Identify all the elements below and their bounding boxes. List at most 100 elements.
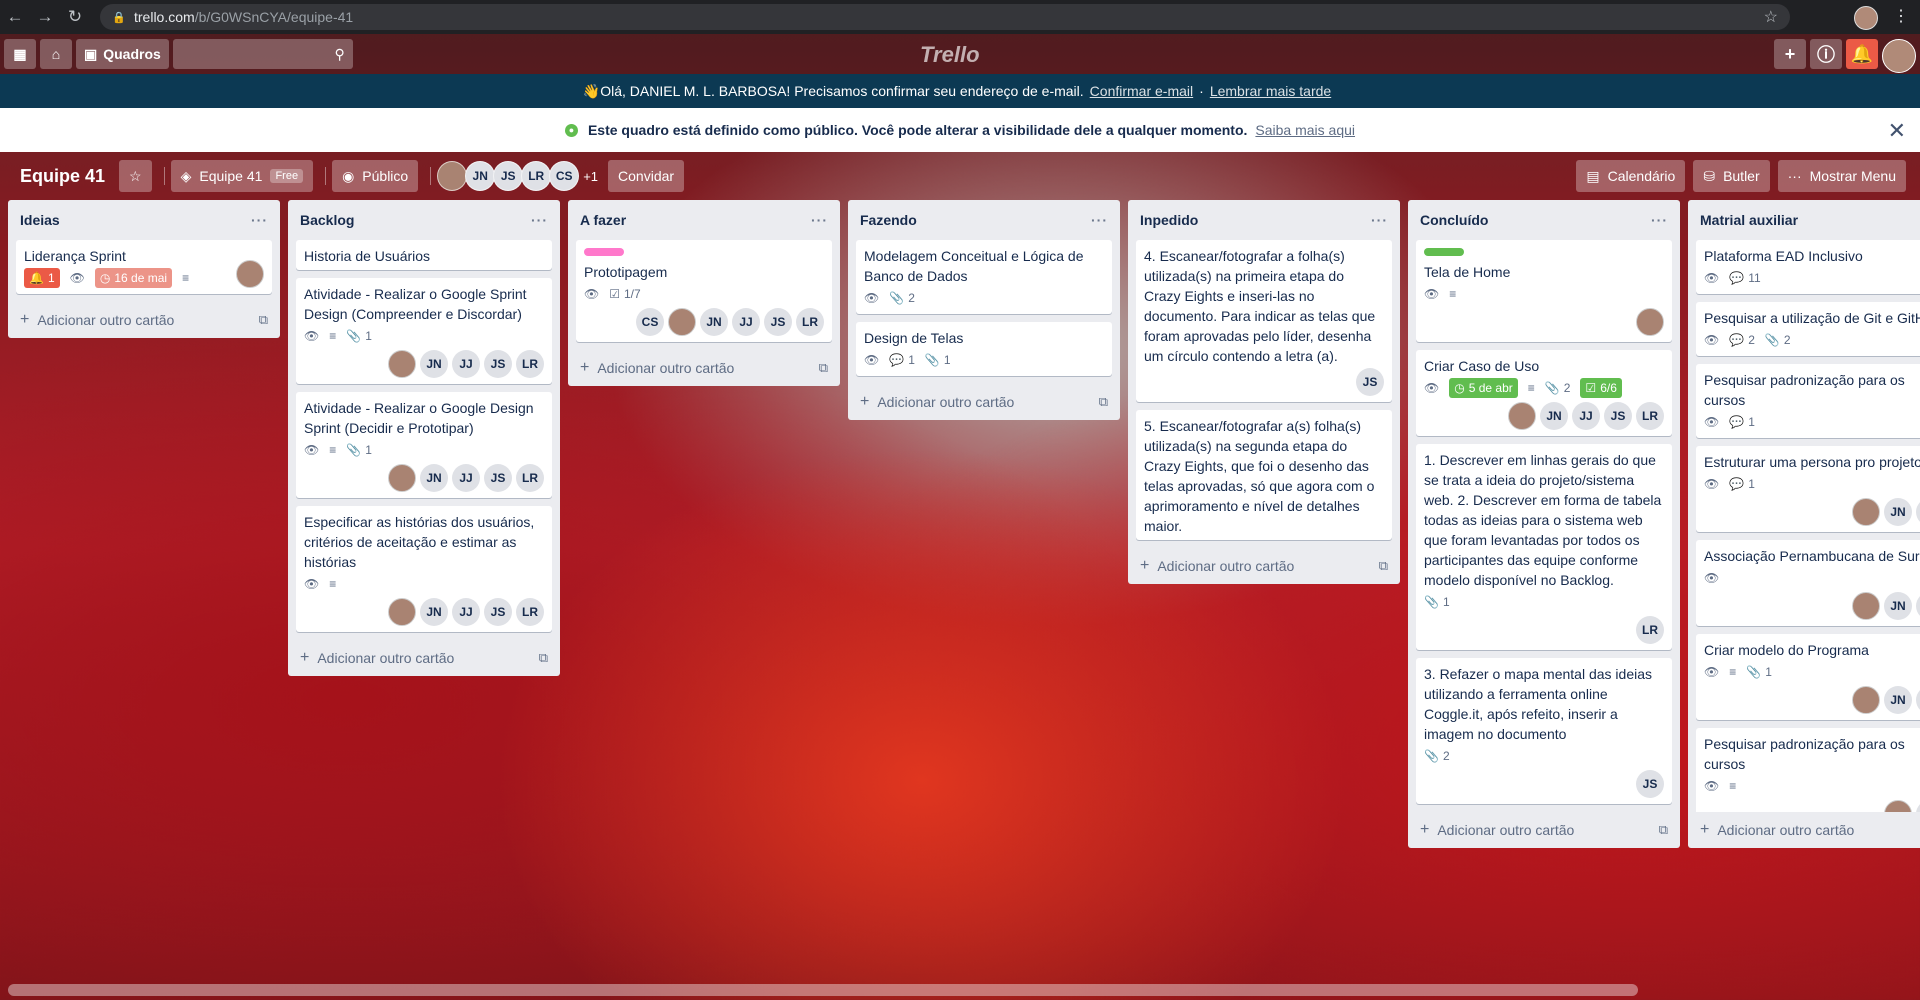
card[interactable]: Criar Caso de Uso 👁 ◷ 5 de abr ≡ 📎 2 ☑ 6/6 JN JJ JS… bbox=[1416, 350, 1672, 436]
member-avatar[interactable] bbox=[236, 260, 264, 288]
show-menu-button[interactable]: ··· Mostrar Menu bbox=[1777, 160, 1906, 192]
create-button[interactable]: + bbox=[1774, 39, 1806, 69]
card[interactable]: Modelagem Conceitual e Lógica de Banco d… bbox=[856, 240, 1112, 314]
card[interactable]: Plataforma EAD Inclusivo 👁 💬 11 bbox=[1696, 240, 1920, 294]
member-avatar[interactable] bbox=[1508, 402, 1536, 430]
card[interactable]: Estruturar uma persona pro projeto 👁 💬1 JNJ… bbox=[1696, 446, 1920, 532]
list-menu-icon[interactable]: ··· bbox=[1091, 212, 1108, 228]
member-avatar[interactable]: JS bbox=[484, 464, 512, 492]
boards-button[interactable]: ▣ Quadros bbox=[76, 39, 169, 69]
member-avatar[interactable] bbox=[437, 161, 468, 191]
notifications-button[interactable]: 🔔 bbox=[1846, 39, 1878, 69]
card-template-icon[interactable]: ⧉ bbox=[1099, 394, 1108, 410]
member-avatar[interactable]: JN bbox=[420, 598, 448, 626]
member-avatar[interactable]: JS bbox=[1916, 800, 1920, 812]
card[interactable]: 1. Descrever em linhas gerais do que se … bbox=[1416, 444, 1672, 650]
list-title[interactable]: Concluído bbox=[1420, 212, 1488, 228]
member-avatar[interactable]: CS bbox=[549, 161, 580, 191]
forward-icon[interactable]: → bbox=[30, 7, 60, 27]
member-avatar[interactable]: JS bbox=[764, 308, 792, 336]
add-card-button[interactable]: +Adicionar outro cartão⧉ bbox=[568, 350, 840, 386]
close-icon[interactable]: ✕ bbox=[1888, 118, 1906, 144]
card[interactable]: Liderança Sprint 🔔 1 👁 ◷ 16 de mai ≡ bbox=[16, 240, 272, 294]
member-avatar[interactable]: JS bbox=[1636, 770, 1664, 798]
list-header[interactable]: Ideias ··· bbox=[8, 200, 280, 240]
card[interactable]: Criar modelo do Programa 👁 ≡ 📎1 JNJS bbox=[1696, 634, 1920, 720]
add-card-button[interactable]: +Adicionar outro cartão⧉ bbox=[1408, 812, 1680, 848]
add-card-button[interactable]: +Adicionar outro cartão⧉ bbox=[8, 302, 280, 338]
member-avatar[interactable]: JN bbox=[1884, 686, 1912, 714]
bookmark-star-icon[interactable]: ☆ bbox=[1764, 7, 1778, 27]
learn-more-link[interactable]: Saiba mais aqui bbox=[1255, 122, 1355, 138]
member-avatar[interactable] bbox=[1852, 686, 1880, 714]
member-avatar[interactable]: LR bbox=[516, 598, 544, 626]
card-template-icon[interactable]: ⧉ bbox=[1379, 558, 1388, 574]
member-avatar[interactable]: JN bbox=[700, 308, 728, 336]
list-title[interactable]: Ideias bbox=[20, 212, 60, 228]
member-avatar[interactable]: JJ bbox=[452, 350, 480, 378]
card[interactable]: Atividade - Realizar o Google Sprint Des… bbox=[296, 278, 552, 384]
member-avatar[interactable]: JS bbox=[1916, 686, 1920, 714]
add-card-button[interactable]: +Adicionar outro cartão⧉ bbox=[288, 640, 560, 676]
profile-avatar[interactable] bbox=[1854, 6, 1878, 30]
list-menu-icon[interactable]: ··· bbox=[251, 212, 268, 228]
back-icon[interactable]: ← bbox=[0, 7, 30, 27]
member-avatar[interactable]: JS bbox=[484, 350, 512, 378]
card[interactable]: 5. Escanear/fotografar a(s) folha(s) uti… bbox=[1136, 410, 1392, 540]
browser-menu-icon[interactable]: ⋮ bbox=[1893, 6, 1909, 26]
member-avatar[interactable] bbox=[668, 308, 696, 336]
member-avatar[interactable]: JJ bbox=[732, 308, 760, 336]
card-template-icon[interactable]: ⧉ bbox=[1659, 822, 1668, 838]
card[interactable]: Design de Telas 👁 💬 1 📎 1 bbox=[856, 322, 1112, 376]
member-avatar[interactable] bbox=[1882, 39, 1916, 73]
search-input[interactable]: ⚲ bbox=[172, 39, 353, 69]
member-avatar[interactable] bbox=[388, 464, 416, 492]
card-template-icon[interactable]: ⧉ bbox=[819, 360, 828, 376]
card[interactable]: Pesquisar padronização para os cursos 👁 💬 1 bbox=[1696, 364, 1920, 438]
add-card-button[interactable]: +Adicionar outro cartão⧉ bbox=[1688, 812, 1920, 848]
card[interactable]: Especificar as histórias dos usuários, c… bbox=[296, 506, 552, 632]
card[interactable]: 3. Refazer o mapa mental das ideias util… bbox=[1416, 658, 1672, 804]
member-avatar[interactable]: CS bbox=[636, 308, 664, 336]
invite-button[interactable]: Convidar bbox=[608, 160, 685, 192]
list-header[interactable]: Concluído ··· bbox=[1408, 200, 1680, 240]
member-avatar[interactable]: LR bbox=[796, 308, 824, 336]
card[interactable]: Associação Pernambucana de Surdos 👁 JNJS bbox=[1696, 540, 1920, 626]
member-avatar[interactable] bbox=[388, 598, 416, 626]
card[interactable]: Tela de Home 👁 ≡ bbox=[1416, 240, 1672, 342]
member-avatar[interactable]: JN bbox=[420, 464, 448, 492]
card-label[interactable] bbox=[1424, 248, 1464, 256]
member-avatar[interactable]: LR bbox=[521, 161, 552, 191]
list-menu-icon[interactable]: ··· bbox=[531, 212, 548, 228]
member-avatar[interactable]: JN bbox=[1884, 498, 1912, 526]
member-avatar[interactable]: JN bbox=[465, 161, 496, 191]
member-avatar[interactable]: JJ bbox=[1572, 402, 1600, 430]
member-avatar[interactable]: JN bbox=[420, 350, 448, 378]
card[interactable]: 4. Escanear/fotografar a folha(s) utiliz… bbox=[1136, 240, 1392, 402]
card[interactable]: Atividade - Realizar o Google Design Spr… bbox=[296, 392, 552, 498]
list-header[interactable]: Fazendo ··· bbox=[848, 200, 1120, 240]
card-label[interactable] bbox=[584, 248, 624, 256]
member-avatar[interactable]: JJ bbox=[452, 464, 480, 492]
member-avatar[interactable] bbox=[388, 350, 416, 378]
extra-members-count[interactable]: +1 bbox=[583, 169, 598, 184]
confirm-email-link[interactable]: Confirmar e-mail bbox=[1090, 83, 1193, 99]
trello-logo[interactable]: Trello bbox=[920, 42, 980, 68]
member-avatar[interactable]: JN bbox=[1540, 402, 1568, 430]
list-header[interactable]: Matrial auxiliar··· bbox=[1688, 200, 1920, 240]
info-button[interactable]: ⓘ bbox=[1810, 39, 1842, 69]
member-avatar[interactable]: JS bbox=[484, 598, 512, 626]
member-avatar[interactable]: JS bbox=[1916, 498, 1920, 526]
member-avatar[interactable] bbox=[1852, 592, 1880, 620]
member-avatar[interactable]: JS bbox=[1916, 592, 1920, 620]
board-title[interactable]: Equipe 41 bbox=[20, 166, 105, 187]
member-avatar[interactable]: JS bbox=[1356, 368, 1384, 396]
card[interactable]: Pesquisar a utilização de Git e GitHub 👁 💬… bbox=[1696, 302, 1920, 356]
list-title[interactable]: Matrial auxiliar bbox=[1700, 212, 1798, 228]
member-avatar[interactable]: LR bbox=[516, 464, 544, 492]
list-header[interactable]: Inpedido ··· bbox=[1128, 200, 1400, 240]
butler-button[interactable]: ⛁ Butler bbox=[1693, 160, 1770, 192]
member-avatar[interactable]: JN bbox=[1884, 592, 1912, 620]
add-card-button[interactable]: +Adicionar outro cartão⧉ bbox=[1128, 548, 1400, 584]
home-button[interactable]: ⌂ bbox=[40, 39, 72, 69]
